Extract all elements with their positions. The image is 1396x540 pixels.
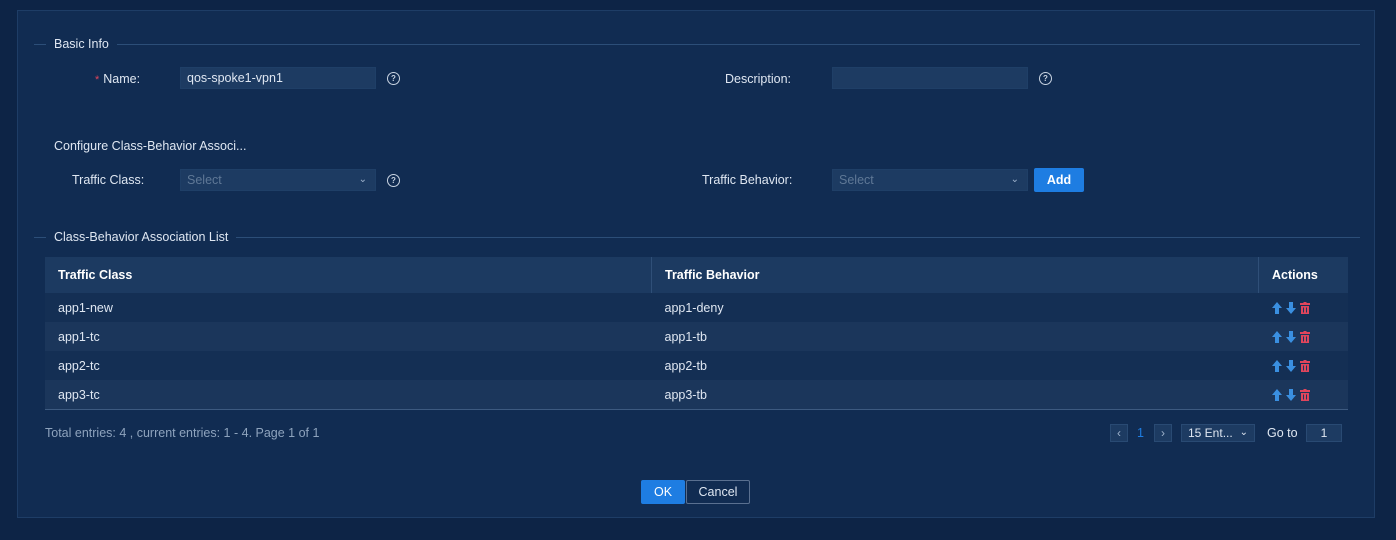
current-page-number[interactable]: 1 xyxy=(1137,426,1144,440)
table-header-row: Traffic Class Traffic Behavior Actions xyxy=(45,257,1348,293)
description-help-icon[interactable]: ? xyxy=(1039,72,1052,85)
traffic-class-cell: app1-new xyxy=(45,293,652,322)
traffic-behavior-select[interactable]: Select ⌄ xyxy=(832,169,1028,191)
traffic-behavior-label: Traffic Behavior: xyxy=(702,173,793,187)
actions-cell xyxy=(1258,293,1348,322)
qos-policy-form-panel: Basic Info * Name: qos-spoke1-vpn1 ? Desc… xyxy=(17,10,1375,518)
page-size-value: 15 Ent... xyxy=(1188,426,1233,440)
actions-cell xyxy=(1258,380,1348,410)
traffic-class-cell: app1-tc xyxy=(45,322,652,351)
table-row: app1-new app1-deny xyxy=(45,293,1348,322)
add-button[interactable]: Add xyxy=(1034,168,1084,192)
name-label: * Name: xyxy=(95,72,141,86)
description-label: Description: xyxy=(725,72,791,86)
cancel-button[interactable]: Cancel xyxy=(686,480,750,504)
arrow-down-icon[interactable] xyxy=(1285,302,1296,315)
prev-page-button[interactable]: ‹ xyxy=(1110,424,1128,442)
basic-info-title: Basic Info xyxy=(54,37,109,51)
association-list-title: Class-Behavior Association List xyxy=(54,230,229,244)
traffic-class-cell: app3-tc xyxy=(45,380,652,410)
traffic-class-cell: app2-tc xyxy=(45,351,652,380)
traffic-class-help-icon[interactable]: ? xyxy=(387,174,400,187)
description-input[interactable] xyxy=(832,67,1028,89)
goto-page-input[interactable]: 1 xyxy=(1306,424,1342,442)
traffic-behavior-cell: app3-tb xyxy=(651,380,1259,410)
goto-label: Go to xyxy=(1267,426,1298,440)
column-header-traffic-behavior[interactable]: Traffic Behavior xyxy=(651,257,1259,293)
arrow-down-icon[interactable] xyxy=(1285,331,1296,344)
actions-cell xyxy=(1258,322,1348,351)
page-size-select[interactable]: 15 Ent... ⌄ xyxy=(1181,424,1255,442)
trash-icon[interactable] xyxy=(1299,360,1310,373)
column-header-traffic-class[interactable]: Traffic Class xyxy=(45,257,652,293)
trash-icon[interactable] xyxy=(1299,331,1310,344)
association-config-title: Configure Class-Behavior Associ... xyxy=(54,139,247,153)
next-page-button[interactable]: › xyxy=(1154,424,1172,442)
basic-info-section-title: Basic Info xyxy=(34,36,1360,52)
arrow-down-icon[interactable] xyxy=(1285,389,1296,402)
arrow-up-icon[interactable] xyxy=(1271,302,1282,315)
table-row: app3-tc app3-tb xyxy=(45,380,1348,410)
chevron-down-icon: ⌄ xyxy=(1010,174,1019,185)
name-help-icon[interactable]: ? xyxy=(387,72,400,85)
arrow-down-icon[interactable] xyxy=(1285,360,1296,373)
actions-cell xyxy=(1258,351,1348,380)
traffic-behavior-cell: app1-deny xyxy=(651,293,1259,322)
table-row: app2-tc app2-tb xyxy=(45,351,1348,380)
table-row: app1-tc app1-tb xyxy=(45,322,1348,351)
traffic-behavior-cell: app2-tb xyxy=(651,351,1259,380)
trash-icon[interactable] xyxy=(1299,389,1310,402)
arrow-up-icon[interactable] xyxy=(1271,389,1282,402)
required-mark: * xyxy=(95,74,100,86)
column-header-actions: Actions xyxy=(1258,257,1348,293)
association-list-section-title: Class-Behavior Association List xyxy=(34,229,1360,245)
traffic-class-placeholder: Select xyxy=(187,173,222,187)
chevron-down-icon: ⌄ xyxy=(358,174,367,185)
traffic-class-select[interactable]: Select ⌄ xyxy=(180,169,376,191)
traffic-behavior-cell: app1-tb xyxy=(651,322,1259,351)
association-table: Traffic Class Traffic Behavior Actions a… xyxy=(45,257,1348,410)
pagination-summary: Total entries: 4 , current entries: 1 - … xyxy=(45,426,320,440)
chevron-down-icon: ⌄ xyxy=(1239,427,1248,438)
arrow-up-icon[interactable] xyxy=(1271,360,1282,373)
traffic-class-label: Traffic Class: xyxy=(72,173,145,187)
arrow-up-icon[interactable] xyxy=(1271,331,1282,344)
name-input[interactable]: qos-spoke1-vpn1 xyxy=(180,67,376,89)
trash-icon[interactable] xyxy=(1299,302,1310,315)
ok-button[interactable]: OK xyxy=(641,480,685,504)
traffic-behavior-placeholder: Select xyxy=(839,173,874,187)
